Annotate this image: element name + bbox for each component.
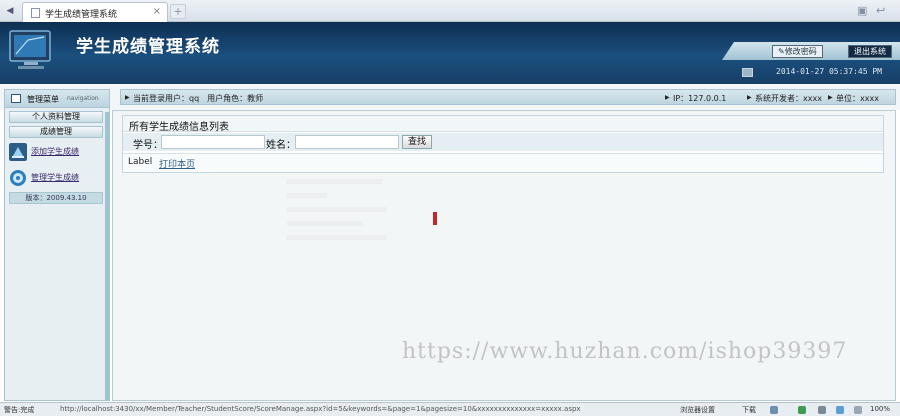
status-bar: 警告:完成 http://localhost:3430/xx/Member/Te…: [0, 402, 900, 416]
sidebar: 管理菜单 navigation 个人资料管理 成绩管理 添加学生成绩 管理学生成…: [4, 89, 110, 401]
current-user-text: 当前登录用户：qq 用户角色：教师: [133, 94, 264, 103]
placeholder-line: [287, 221, 363, 226]
zoom-level[interactable]: 100%: [870, 405, 890, 413]
sidebar-item-add-score[interactable]: 添加学生成绩: [7, 141, 103, 163]
placeholder-line: [287, 193, 327, 198]
arrow-icon: ▶: [828, 94, 833, 101]
window-icon[interactable]: [770, 406, 778, 414]
tab-menu-icon[interactable]: ◀: [4, 5, 16, 17]
ip-text: IP：127.0.0.1: [673, 94, 727, 103]
manage-score-icon: [10, 170, 26, 186]
menu-subtitle: navigation: [67, 95, 99, 102]
result-row: Label 打印本页: [123, 153, 883, 171]
search-row: 学号： 姓名： 查找: [123, 133, 883, 151]
watermark-text: https://www.huzhan.com/ishop39397: [402, 339, 848, 364]
placeholder-line: [287, 179, 383, 184]
add-score-label: 添加学生成绩: [31, 147, 79, 156]
name-label: 姓名：: [266, 140, 296, 151]
version-text: 版本：2009.43.10: [9, 192, 103, 204]
sidebar-splitter[interactable]: [105, 112, 110, 401]
name-input[interactable]: [295, 135, 399, 149]
new-tab-button[interactable]: +: [170, 4, 186, 19]
student-id-label: 学号：: [133, 140, 163, 151]
arrow-icon: ▶: [665, 94, 670, 101]
placeholder-line: [287, 207, 387, 212]
status-url: http://localhost:3430/xx/Member/Teacher/…: [60, 405, 581, 413]
result-label: Label: [128, 157, 153, 167]
manage-score-label: 管理学生成绩: [31, 173, 79, 182]
datetime-bar: 2014-01-27 05:37:45 PM: [740, 65, 900, 81]
search-button[interactable]: 查找: [402, 135, 432, 149]
arrow-icon: ▶: [125, 94, 130, 101]
placeholder-line: [287, 235, 387, 240]
menu-header: 管理菜单 navigation: [5, 90, 109, 108]
add-score-icon: [9, 143, 27, 161]
shield-icon[interactable]: [798, 406, 806, 414]
menu-icon: [11, 94, 21, 103]
menu-title: 管理菜单: [27, 95, 59, 104]
score-list-panel: 所有学生成绩信息列表 学号： 姓名： 查找 Label 打印本页: [122, 115, 884, 173]
monitor-logo-icon: [9, 30, 51, 69]
back-arrow-icon[interactable]: ↩: [876, 4, 885, 17]
sidebar-item-manage-score[interactable]: 管理学生成绩: [7, 167, 103, 189]
download-label[interactable]: 下载: [742, 405, 756, 415]
print-page-link[interactable]: 打印本页: [159, 157, 195, 170]
menu-group-scores[interactable]: 成绩管理: [9, 126, 103, 138]
arrow-icon: ▶: [747, 94, 752, 101]
calendar-icon: [742, 68, 753, 77]
page-icon: [31, 8, 40, 18]
tab-close-icon[interactable]: ×: [153, 6, 161, 17]
browser-tab-bar: ◀ 学生成绩管理系统 × + ▣ ↩: [0, 0, 900, 22]
restore-window-icon[interactable]: ▣: [857, 4, 867, 17]
student-id-input[interactable]: [161, 135, 265, 149]
developer-text: 系统开发者：xxxx: [755, 94, 822, 103]
datetime-text: 2014-01-27 05:37:45 PM: [776, 67, 882, 76]
zoom-icon[interactable]: [854, 406, 862, 414]
unit-text: 单位：xxxx: [836, 94, 879, 103]
app-header: 学生成绩管理系统 ✎修改密码 退出系统 2014-01-27 05:37:45 …: [0, 22, 900, 84]
browser-tab[interactable]: 学生成绩管理系统 ×: [22, 2, 168, 22]
volume-icon[interactable]: [818, 406, 826, 414]
exit-system-button[interactable]: 退出系统: [848, 45, 892, 58]
menu-group-profile[interactable]: 个人资料管理: [9, 111, 103, 123]
tab-title: 学生成绩管理系统: [45, 10, 118, 20]
info-bar: ▶ 当前登录用户：qq 用户角色：教师 ▶ IP：127.0.0.1 ▶ 系统开…: [0, 84, 900, 110]
panel-title: 所有学生成绩信息列表: [123, 116, 883, 133]
browser-settings-label[interactable]: 浏览器设置: [680, 405, 715, 415]
cursor-marker: [433, 212, 437, 225]
ie-icon[interactable]: [836, 406, 844, 414]
user-info-strip: ▶ 当前登录用户：qq 用户角色：教师 ▶ IP：127.0.0.1 ▶ 系统开…: [120, 89, 896, 105]
status-text: 警告:完成: [4, 406, 35, 414]
app-title: 学生成绩管理系统: [76, 37, 220, 57]
change-password-button[interactable]: ✎修改密码: [772, 45, 823, 58]
